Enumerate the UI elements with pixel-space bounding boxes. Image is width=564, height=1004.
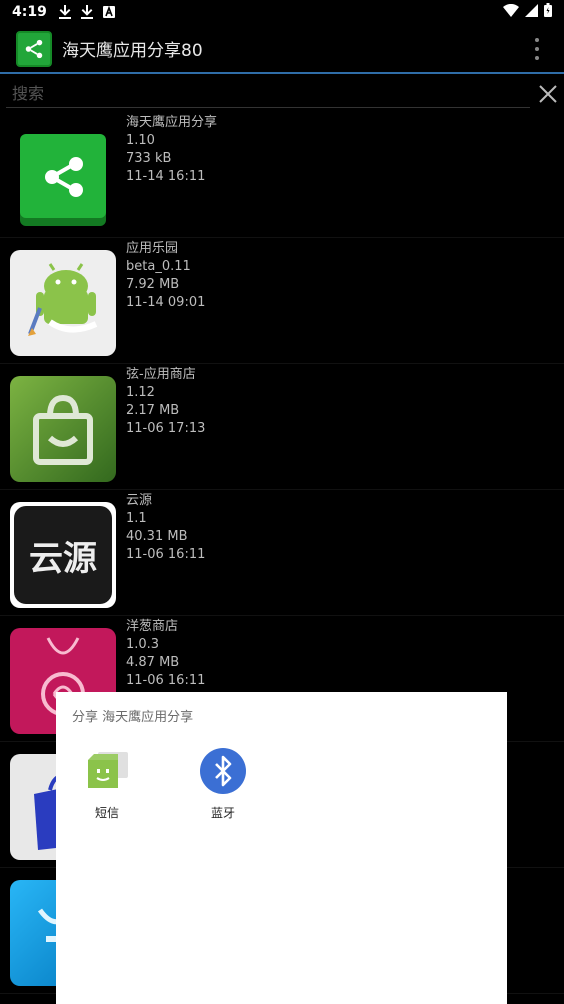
app-date: 11-14 09:01 <box>126 295 206 310</box>
app-version: beta_0.11 <box>126 259 191 274</box>
app-meta: 海天鹰应用分享 1.10 733 kB 11-14 16:11 <box>126 114 217 186</box>
signal-icon <box>525 3 538 21</box>
status-time: 4:19 <box>12 4 47 20</box>
app-bar-divider <box>0 72 564 74</box>
app-size: 2.17 MB <box>126 403 180 418</box>
app-version: 1.1 <box>126 511 147 526</box>
app-version: 1.12 <box>126 385 155 400</box>
app-meta: 洋葱商店 1.0.3 4.87 MB 11-06 16:11 <box>126 618 205 690</box>
app-name: 洋葱商店 <box>126 619 179 634</box>
status-bar: 4:19 <box>0 0 564 24</box>
app-name: 应用乐园 <box>126 241 179 256</box>
app-size: 733 kB <box>126 151 172 166</box>
yunyuan-logo-text: 云源 <box>29 538 97 579</box>
list-item[interactable]: 弦-应用商店 1.12 2.17 MB 11-06 17:13 <box>0 364 564 490</box>
app-logo <box>16 30 52 67</box>
app-name: 云源 <box>126 493 153 508</box>
share-target-label: 短信 <box>94 806 119 820</box>
app-size: 40.31 MB <box>126 529 188 544</box>
yunyuan-app-icon: 云源 <box>10 502 116 608</box>
app-date: 11-06 17:13 <box>126 421 206 436</box>
share-icon <box>25 39 43 58</box>
list-item[interactable]: 应用乐园 beta_0.11 7.92 MB 11-14 09:01 <box>0 238 564 364</box>
status-right-icons <box>503 3 552 21</box>
app-date: 11-06 16:11 <box>126 673 206 688</box>
download-icon <box>57 4 73 20</box>
app-date: 11-14 16:11 <box>126 169 206 184</box>
share-target-sms[interactable]: 短信 <box>62 748 152 821</box>
dot-icon <box>535 38 539 42</box>
share-target-bluetooth[interactable]: 蓝牙 <box>178 748 268 821</box>
search-input[interactable] <box>6 80 530 108</box>
app-meta: 弦-应用商店 1.12 2.17 MB 11-06 17:13 <box>126 366 205 438</box>
overflow-menu-button[interactable] <box>532 38 542 60</box>
messaging-app-icon <box>88 752 128 788</box>
share-target-label: 蓝牙 <box>210 806 235 820</box>
haitianying-app-icon <box>10 124 116 230</box>
android-app-icon <box>10 250 116 356</box>
download-icon-2 <box>79 4 95 20</box>
app-size: 4.87 MB <box>126 655 180 670</box>
search-row <box>0 76 564 110</box>
share-dialog-title: 分享 海天鹰应用分享 <box>72 710 194 725</box>
app-name: 弦-应用商店 <box>126 367 196 382</box>
wifi-icon <box>503 3 519 21</box>
app-date: 11-06 16:11 <box>126 547 206 562</box>
list-item[interactable]: 云源 云源 1.1 40.31 MB 11-06 16:11 <box>0 490 564 616</box>
list-item[interactable]: 海天鹰应用分享 1.10 733 kB 11-14 16:11 <box>0 112 564 238</box>
battery-icon <box>544 3 552 21</box>
dot-icon <box>535 47 539 51</box>
app-version: 1.0.3 <box>126 637 160 652</box>
close-icon[interactable] <box>538 84 558 104</box>
app-meta: 应用乐园 beta_0.11 7.92 MB 11-14 09:01 <box>126 240 205 312</box>
app-name: 海天鹰应用分享 <box>126 115 218 130</box>
bluetooth-icon <box>200 748 246 794</box>
shopping-bag-app-icon <box>10 376 116 482</box>
app-meta: 云源 1.1 40.31 MB 11-06 16:11 <box>126 492 205 564</box>
dot-icon <box>535 56 539 60</box>
app-bar: 海天鹰应用分享80 <box>0 24 564 73</box>
page-title: 海天鹰应用分享80 <box>62 41 203 61</box>
app-size: 7.92 MB <box>126 277 180 292</box>
notification-a-icon <box>101 4 117 20</box>
app-version: 1.10 <box>126 133 155 148</box>
share-dialog: 分享 海天鹰应用分享 短信 蓝牙 <box>56 692 507 1004</box>
